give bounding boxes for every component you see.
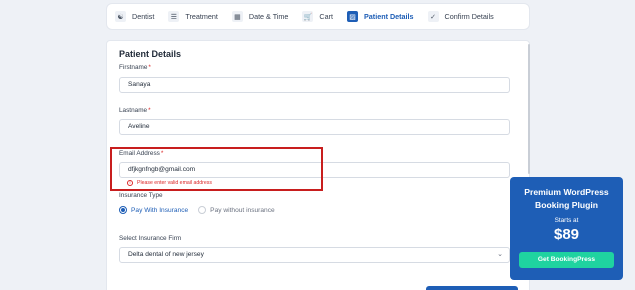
promo-starts-at: Starts at: [554, 217, 579, 224]
step-confirm-details[interactable]: ✓ Confirm Details: [427, 11, 494, 22]
promo-price: $89: [553, 226, 580, 243]
step-date-time[interactable]: ▦ Date & Time: [231, 11, 289, 22]
required-marker: *: [160, 150, 164, 157]
next-button[interactable]: [426, 286, 518, 290]
email-label: Email Address*: [119, 150, 164, 157]
step-dentist[interactable]: ☯ Dentist: [115, 11, 154, 22]
insurance-type-label: Insurance Type: [119, 192, 163, 199]
cart-icon: 🛒: [302, 11, 314, 22]
insurance-firm-select[interactable]: Delta dental of new jersey ⌄: [119, 247, 510, 263]
calendar-icon: ▦: [231, 11, 243, 22]
email-field[interactable]: dfjkgnfngb@gmail.com: [119, 162, 510, 178]
required-marker: *: [148, 107, 151, 114]
radio-selected-icon: [119, 206, 127, 214]
step-treatment[interactable]: ☰ Treatment: [168, 11, 218, 22]
checkbox-icon: ✓: [427, 11, 439, 22]
promo-title: Premium WordPress Booking Plugin: [524, 187, 609, 210]
lastname-label: Lastname*: [119, 107, 151, 114]
scrollbar-thumb[interactable]: [528, 44, 530, 174]
booking-stepper: ☯ Dentist ☰ Treatment ▦ Date & Time 🛒 Ca…: [106, 3, 530, 30]
promo-panel: Premium WordPress Booking Plugin Starts …: [510, 177, 623, 280]
step-label: Confirm Details: [444, 12, 494, 21]
firstname-field[interactable]: Sanaya: [119, 77, 510, 93]
step-label: Date & Time: [248, 12, 289, 21]
radio-pay-with-insurance[interactable]: Pay With Insurance: [119, 206, 188, 214]
chevron-down-icon: ⌄: [497, 251, 503, 258]
email-error: ! Please enter valid email address: [127, 180, 212, 186]
alert-circle-icon: !: [127, 180, 133, 186]
step-patient-details[interactable]: ▨ Patient Details: [347, 11, 414, 22]
insurance-type-radio-group: Pay With Insurance Pay without insurance: [119, 206, 285, 214]
insurance-firm-label: Select Insurance Firm: [119, 235, 182, 242]
list-icon: ☰: [168, 11, 180, 22]
step-cart[interactable]: 🛒 Cart: [302, 11, 333, 22]
page-title: Patient Details: [119, 49, 182, 59]
radio-pay-without-insurance[interactable]: Pay without insurance: [198, 206, 275, 214]
firstname-label: Firstname*: [119, 64, 151, 71]
step-label: Dentist: [132, 12, 155, 21]
step-label: Treatment: [185, 12, 218, 21]
required-marker: *: [148, 64, 151, 71]
get-bookingpress-button[interactable]: Get BookingPress: [519, 252, 614, 268]
people-icon: ☯: [115, 11, 126, 22]
insurance-firm-value: Delta dental of new jersey: [128, 251, 204, 258]
radio-unselected-icon: [198, 206, 207, 214]
step-label: Cart: [319, 12, 334, 21]
person-card-icon: ▨: [347, 11, 359, 22]
step-label: Patient Details: [364, 12, 414, 21]
lastname-field[interactable]: Aveline: [119, 119, 510, 135]
